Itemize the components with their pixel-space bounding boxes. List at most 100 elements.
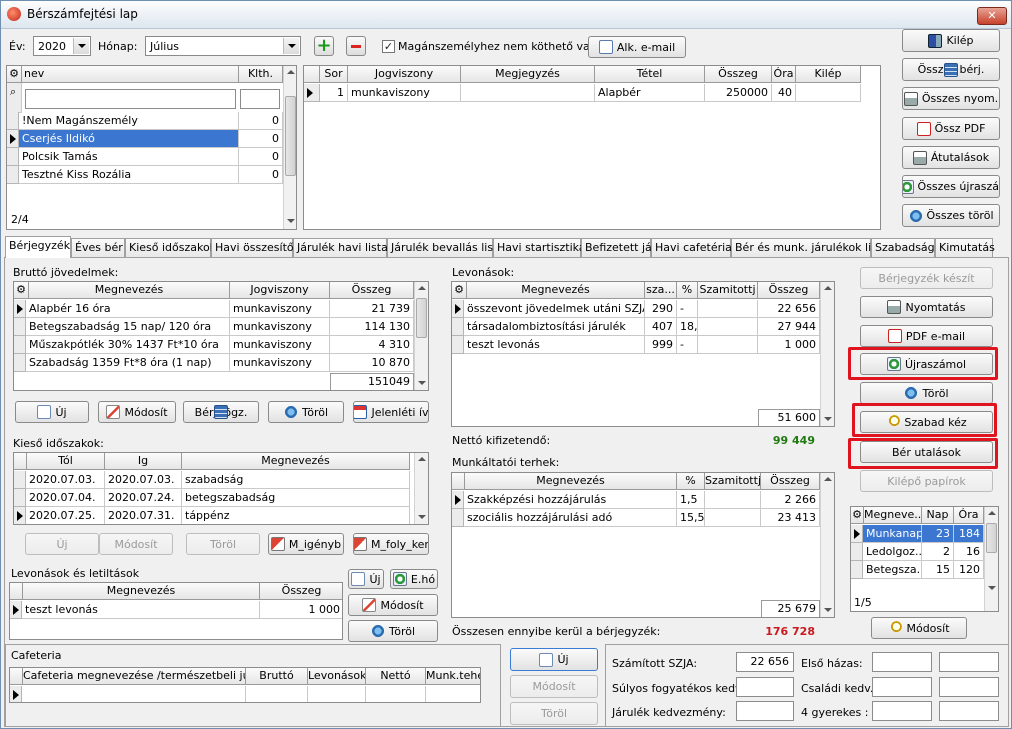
tab-kimutatas[interactable]: Kimutatás xyxy=(935,238,995,258)
new-button-disabled[interactable]: Új xyxy=(25,533,99,555)
col-header-brutto[interactable]: Bruttó xyxy=(246,668,308,685)
table-row[interactable]: 2020.07.04. xyxy=(26,489,105,507)
transfers-button[interactable]: Átutalások xyxy=(902,146,1000,169)
year-select[interactable]: 2020 xyxy=(33,36,91,56)
e-ho-button[interactable]: E.hó xyxy=(390,569,438,589)
edit-button[interactable]: Módosít xyxy=(98,401,176,423)
col-header-ora[interactable]: Óra xyxy=(954,507,984,524)
add-icon[interactable]: + xyxy=(314,36,334,56)
table-row[interactable]: szociális hozzájárulási adó xyxy=(464,509,677,527)
table-row-selected[interactable]: Munkanap xyxy=(863,525,922,543)
col-header-klth[interactable]: Klth. xyxy=(239,66,283,83)
table-row[interactable]: 2020.07.03. xyxy=(26,471,105,489)
email-button[interactable]: Alk. e-mail xyxy=(588,36,686,58)
list-item[interactable]: Tesztné Kiss Rozália xyxy=(19,166,239,184)
table-row[interactable]: 2020.07.25. xyxy=(26,507,105,524)
tab-jarulek-havi-lista[interactable]: Járulék havi lista xyxy=(293,238,388,258)
col-header-megjegyzes[interactable]: Megjegyzés xyxy=(461,66,595,83)
col-header-szamitottj[interactable]: Szamitottj xyxy=(705,473,761,490)
table-row[interactable]: teszt levonás xyxy=(22,601,260,619)
col-header-jogviszony[interactable]: Jogviszony xyxy=(230,282,330,299)
cell-tetel[interactable]: Alapbér xyxy=(595,84,705,102)
col-header-tetel[interactable]: Tétel xyxy=(595,66,705,83)
brutto-scrollbar[interactable] xyxy=(414,282,428,390)
col-header-pct[interactable]: % xyxy=(677,282,698,299)
col-header-tol[interactable]: Tól xyxy=(27,453,105,470)
payslip-record-button[interactable]: Bérj.rögz. xyxy=(183,401,259,423)
cell-sor[interactable]: 1 xyxy=(320,84,348,102)
cell-jogviszony[interactable]: munkaviszony xyxy=(348,84,461,102)
all-pdf-button[interactable]: Össz PDF xyxy=(902,117,1000,140)
attendance-button[interactable]: Jelenléti ív xyxy=(353,401,429,423)
nonperson-checkbox[interactable]: ✓ xyxy=(382,40,395,53)
col-header-megnevezes[interactable]: Megnevezés xyxy=(182,453,410,470)
new-button[interactable]: Új xyxy=(15,401,89,423)
col-header-levonasok[interactable]: Levonások xyxy=(308,668,366,685)
levonasok-scrollbar[interactable] xyxy=(820,282,834,426)
leaver-papers-button-disabled[interactable]: Kilépő papírok xyxy=(860,470,993,492)
close-button[interactable]: ✕ xyxy=(977,7,1007,25)
table-row[interactable]: Ledolgoz... xyxy=(863,543,922,561)
col-header-cafeteria[interactable]: Cafeteria megnevezése /természetbeli jut… xyxy=(23,668,246,685)
grid-settings-icon[interactable]: ⚙ xyxy=(452,282,467,299)
edit-button-disabled[interactable]: Módosít xyxy=(99,533,173,555)
table-row[interactable]: Alapbér 16 óra xyxy=(26,300,230,318)
col-header-osszeg[interactable]: Összeg xyxy=(705,66,772,83)
klth-filter-input[interactable] xyxy=(240,89,280,109)
tab-havi-osszesito[interactable]: Havi összesítő xyxy=(211,238,294,258)
col-header-nap[interactable]: Nap xyxy=(922,507,954,524)
tab-kieso-idoszakok[interactable]: Kieső időszakok xyxy=(125,238,216,258)
col-header-osszeg[interactable]: Összeg xyxy=(330,282,414,299)
new-button[interactable]: Új xyxy=(348,569,384,589)
tab-havi-startisztika[interactable]: Havi startisztika xyxy=(493,238,586,258)
m-igenyb-button[interactable]: M_igényb xyxy=(268,533,344,555)
recalc-all-button[interactable]: Összes újraszá. xyxy=(902,175,1000,198)
col-header-megnevezes[interactable]: Megnevezés xyxy=(467,282,645,299)
delete-button[interactable]: Töröl xyxy=(860,382,993,404)
col-header-jogviszony[interactable]: Jogviszony xyxy=(348,66,461,83)
col-header-megnevezes[interactable]: Megneve... xyxy=(864,507,922,524)
grid-settings-icon[interactable]: ⚙ xyxy=(14,282,29,299)
col-header-osszeg[interactable]: Összeg xyxy=(260,583,342,600)
col-header-kilep[interactable]: Kilép xyxy=(796,66,861,83)
table-row[interactable] xyxy=(22,686,246,702)
name-filter-input[interactable] xyxy=(25,89,236,109)
table-row[interactable]: teszt levonás xyxy=(464,336,645,354)
cell-osszeg[interactable]: 250000 xyxy=(705,84,772,102)
col-header-munk-teher[interactable]: Munk.teher xyxy=(426,668,480,685)
kieso-scrollbar[interactable] xyxy=(414,453,428,524)
print-button[interactable]: Nyomtatás xyxy=(860,296,993,318)
remove-icon[interactable] xyxy=(346,36,366,56)
delete-all-button[interactable]: Összes töröl xyxy=(902,204,1000,227)
table-row[interactable]: Betegszabadság 15 nap/ 120 óra xyxy=(26,318,230,336)
delete-button[interactable]: Töröl xyxy=(268,401,344,423)
tab-ber-munk-jarulekok[interactable]: Bér és munk. járulékok lista xyxy=(731,238,888,258)
col-header-sza[interactable]: sza... xyxy=(645,282,677,299)
table-row[interactable]: társadalombiztosítási járulék xyxy=(464,318,645,336)
list-item[interactable]: Polcsik Tamás xyxy=(19,148,239,166)
col-header-ig[interactable]: Ig xyxy=(105,453,182,470)
list-item-selected[interactable]: Cserjés Ildikó xyxy=(19,130,239,148)
all-payslips-button[interactable]: Összes bérj. xyxy=(902,58,1000,81)
exit-button[interactable]: Kilép xyxy=(902,29,1000,52)
edit-button[interactable]: Módosít xyxy=(871,617,967,639)
new-button[interactable]: Új xyxy=(510,648,598,671)
tab-jarulek-bevallas[interactable]: Járulék bevallás lista xyxy=(387,238,504,258)
table-row[interactable]: Szakképzési hozzájárulás xyxy=(464,491,677,509)
print-all-button[interactable]: Összes nyom. xyxy=(902,87,1000,110)
tab-havi-cafeteria[interactable]: Havi cafetéria xyxy=(651,238,732,258)
col-header-osszeg[interactable]: Összeg xyxy=(761,473,820,490)
delete-button-disabled[interactable]: Töröl xyxy=(186,533,260,555)
edit-button-disabled[interactable]: Módosít xyxy=(510,675,598,698)
munkaltatoi-scrollbar[interactable] xyxy=(820,473,834,617)
tab-berjegyzek[interactable]: Bérjegyzék xyxy=(5,236,71,258)
col-header-netto[interactable]: Nettó xyxy=(366,668,426,685)
cell-megjegyzes[interactable] xyxy=(461,84,595,102)
grid-settings-icon[interactable]: ⚙ xyxy=(851,507,864,524)
list-item[interactable]: !Nem Magánszemély xyxy=(19,112,239,130)
create-payslip-button-disabled[interactable]: Bérjegyzék készít xyxy=(860,267,993,289)
delete-button[interactable]: Töröl xyxy=(348,620,438,642)
pdf-email-button[interactable]: PDF e-mail xyxy=(860,325,993,347)
table-row[interactable]: Műszakpótlék 30% 1437 Ft*10 óra xyxy=(26,336,230,354)
table-row[interactable]: Betegsza... xyxy=(863,561,922,579)
